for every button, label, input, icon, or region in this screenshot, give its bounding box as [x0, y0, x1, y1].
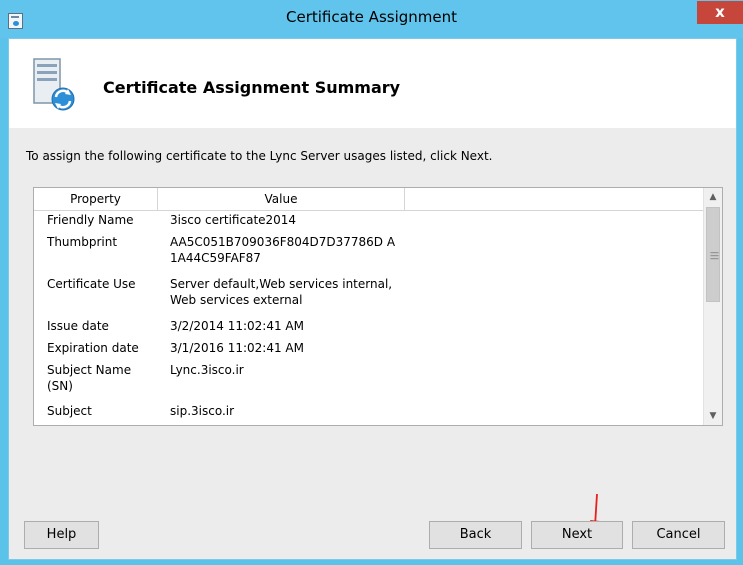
- grip-icon: — — —: [710, 248, 719, 264]
- value-cell: 3isco certificate2014: [170, 213, 297, 227]
- scrollbar-thumb[interactable]: — — —: [706, 207, 720, 302]
- property-cell: Expiration date: [47, 341, 139, 355]
- property-cell: Issue date: [47, 319, 109, 333]
- server-sync-icon: [33, 58, 75, 111]
- scroll-up-arrow-icon[interactable]: ▲: [704, 188, 722, 206]
- property-cell: Subject: [47, 404, 92, 418]
- title-bar: Certificate Assignment x: [0, 0, 743, 38]
- table-header: Property Value: [34, 188, 703, 211]
- help-button[interactable]: Help: [24, 521, 99, 549]
- scroll-down-arrow-icon[interactable]: ▼: [704, 407, 722, 425]
- table-body: Friendly Name 3isco certificate2014 Thum…: [34, 212, 703, 425]
- close-button[interactable]: x: [697, 1, 743, 24]
- wizard-window: Certificate Assignment Summary To assign…: [8, 38, 737, 560]
- table-row[interactable]: Friendly Name 3isco certificate2014: [34, 212, 703, 234]
- back-button[interactable]: Back: [429, 521, 522, 549]
- value-cell: AA5C051B709036F804D7D37786D A1A44C59FAF8…: [170, 235, 396, 265]
- value-cell: Server default,Web services internal,Web…: [170, 277, 393, 307]
- property-cell: Thumbprint: [47, 235, 118, 249]
- table-row[interactable]: Thumbprint AA5C051B709036F804D7D37786D A…: [34, 234, 703, 276]
- table-row[interactable]: Expiration date 3/1/2016 11:02:41 AM: [34, 340, 703, 362]
- value-cell: sip.3isco.ir: [170, 404, 235, 418]
- cancel-button[interactable]: Cancel: [632, 521, 725, 549]
- property-cell: Subject Name (SN): [47, 363, 132, 393]
- vertical-scrollbar[interactable]: ▲ — — — ▼: [703, 188, 722, 425]
- value-cell: 3/2/2014 11:02:41 AM: [170, 319, 304, 333]
- page-title: Certificate Assignment Summary: [103, 78, 401, 97]
- instruction-text: To assign the following certificate to t…: [26, 149, 493, 163]
- value-cell: 3/1/2016 11:02:41 AM: [170, 341, 304, 355]
- window-title: Certificate Assignment: [286, 8, 457, 26]
- table-row[interactable]: Certificate Use Server default,Web servi…: [34, 276, 703, 318]
- column-header-empty[interactable]: [405, 188, 703, 210]
- property-cell: Certificate Use: [47, 277, 136, 291]
- next-button[interactable]: Next: [531, 521, 623, 549]
- column-header-property[interactable]: Property: [34, 188, 158, 210]
- property-cell: Friendly Name: [47, 213, 134, 227]
- value-cell: Lync.3isco.ir: [170, 363, 244, 377]
- table-row[interactable]: Subject Name (SN) Lync.3isco.ir: [34, 362, 703, 403]
- table-row[interactable]: Issue date 3/2/2014 11:02:41 AM: [34, 318, 703, 340]
- column-header-value[interactable]: Value: [158, 188, 405, 210]
- properties-list[interactable]: Property Value Friendly Name 3isco certi…: [33, 187, 723, 426]
- wizard-header: Certificate Assignment Summary: [9, 39, 736, 128]
- table-row[interactable]: Subject sip.3isco.ir: [34, 403, 703, 425]
